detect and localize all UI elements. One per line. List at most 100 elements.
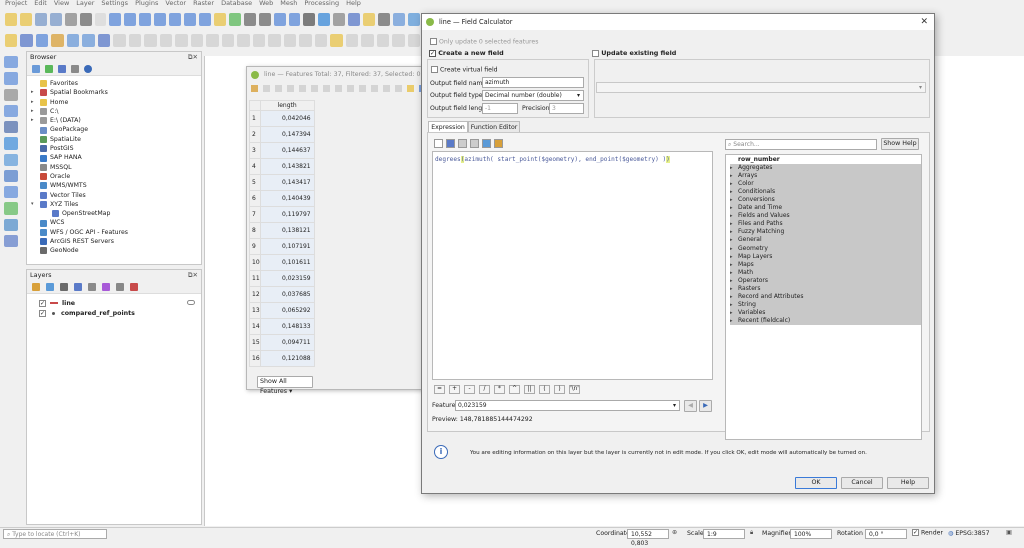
add-layer-icon-7[interactable] (4, 153, 18, 166)
layer-visibility-checkbox[interactable]: ✓ (39, 299, 46, 307)
add-part-icon[interactable] (268, 33, 281, 47)
expand-arrow-icon[interactable]: ▸ (31, 107, 37, 116)
paste-icon[interactable] (159, 33, 173, 47)
cell-length[interactable]: 0,147394 (259, 126, 315, 143)
table-row[interactable]: 12 0,037685 (249, 286, 315, 303)
attribute-toolbar-icon-1[interactable] (251, 85, 258, 92)
row-number[interactable]: 8 (249, 222, 261, 239)
operator-button[interactable]: = (434, 385, 445, 394)
export-icon[interactable] (494, 139, 503, 148)
temporal-icon[interactable] (273, 12, 286, 26)
open-project-icon[interactable] (19, 12, 32, 26)
create-new-field-checkbox[interactable]: ✓ (429, 49, 436, 57)
render-checkbox[interactable]: ✓ (912, 529, 919, 536)
row-number[interactable]: 16 (249, 350, 261, 367)
zoom-next-icon[interactable] (228, 12, 241, 26)
function-group[interactable]: ▸ Fuzzy Matching (730, 228, 921, 237)
layer-item[interactable]: ✓ compared_ref_points (39, 308, 199, 318)
delete-icon[interactable] (470, 139, 479, 148)
cell-length[interactable]: 0,143821 (259, 158, 315, 175)
table-row[interactable]: 10 0,101611 (249, 254, 315, 271)
menu-item-web[interactable]: Web (259, 0, 273, 8)
menu-item-vector[interactable]: Vector (165, 0, 186, 8)
add-feature-icon[interactable] (66, 33, 80, 47)
row-number[interactable]: 2 (249, 126, 261, 143)
expand-arrow-icon[interactable]: ▸ (730, 277, 735, 285)
add-group-icon[interactable] (46, 282, 54, 291)
delete-part-icon[interactable] (314, 33, 328, 47)
attribute-toolbar-icon-13[interactable] (395, 85, 402, 92)
lock-icon[interactable]: 🔒︎ (750, 529, 753, 537)
cell-length[interactable]: 0,094711 (259, 334, 315, 351)
attribute-toolbar-icon-14[interactable] (407, 85, 414, 92)
copy-icon[interactable] (144, 33, 157, 47)
show-help-button[interactable]: Show Help (881, 138, 919, 150)
expand-icon[interactable] (102, 282, 110, 291)
visibility-icon[interactable] (60, 282, 68, 291)
filter-icon[interactable] (74, 282, 82, 291)
function-group[interactable]: ▸ Maps (730, 260, 921, 269)
create-new-field-option[interactable]: ✓ Create a new field (429, 49, 504, 57)
simplify-icon[interactable] (237, 33, 250, 47)
save-project-icon[interactable] (34, 12, 47, 26)
change-label-icon[interactable] (407, 33, 421, 47)
browser-item[interactable]: ▸ E:\ (DATA) (31, 116, 201, 125)
menu-item-raster[interactable]: Raster (193, 0, 214, 8)
help-button[interactable]: Help (887, 477, 929, 489)
table-row[interactable]: 1 0,042046 (249, 110, 315, 127)
expand-arrow-icon[interactable]: ▸ (730, 188, 735, 196)
save-as-icon[interactable] (49, 12, 62, 26)
table-row[interactable]: 2 0,147394 (249, 126, 315, 143)
expand-arrow-icon[interactable]: ▸ (31, 116, 37, 125)
expand-arrow-icon[interactable]: ▸ (730, 253, 735, 261)
row-number[interactable]: 14 (249, 318, 261, 335)
table-row[interactable]: 6 0,140439 (249, 190, 315, 207)
browser-item[interactable]: WMS/WMTS (31, 181, 201, 190)
delete-icon[interactable] (113, 33, 126, 47)
attribute-toolbar-icon-5[interactable] (299, 85, 306, 92)
attribute-toolbar-icon-11[interactable] (371, 85, 378, 92)
browser-item[interactable]: ArcGIS REST Servers (31, 237, 201, 246)
operator-button[interactable]: + (449, 385, 460, 394)
expand-arrow-icon[interactable]: ▸ (31, 88, 37, 97)
function-group[interactable]: ▸ Conversions (730, 196, 921, 205)
add-layer-icon-2[interactable] (4, 72, 18, 85)
cell-length[interactable]: 0,107191 (259, 238, 315, 255)
scale-input[interactable]: 1:9 (703, 529, 745, 539)
browser-item[interactable]: Vector Tiles (31, 191, 201, 200)
add-layer-icon-11[interactable] (4, 218, 18, 231)
attribute-toolbar-icon-12[interactable] (383, 85, 390, 92)
browser-item[interactable]: WCS (31, 218, 201, 227)
cell-length[interactable]: 0,140439 (259, 190, 315, 207)
table-row[interactable]: 9 0,107191 (249, 238, 315, 255)
table-row[interactable]: 8 0,138121 (249, 222, 315, 239)
zoom-native-icon[interactable] (198, 12, 211, 26)
expand-arrow-icon[interactable]: ▸ (730, 180, 735, 188)
row-number[interactable]: 7 (249, 206, 261, 223)
function-group[interactable]: ▸ Map Layers (730, 252, 921, 261)
cell-length[interactable]: 0,121088 (259, 350, 315, 367)
pin-labels-icon[interactable] (345, 33, 359, 47)
existing-field-select[interactable]: ▾ (596, 82, 926, 93)
rotate-label-icon[interactable] (392, 33, 405, 47)
cancel-button[interactable]: Cancel (841, 477, 883, 489)
operator-button[interactable]: - (464, 385, 475, 394)
browser-item[interactable]: WFS / OGC API - Features (31, 228, 201, 237)
add-layer-icon-1[interactable] (4, 56, 18, 69)
identify-icon[interactable] (303, 12, 316, 26)
statistics-icon[interactable] (363, 12, 376, 26)
browser-item[interactable]: ▸ Home (31, 98, 201, 107)
attribute-toolbar-icon-4[interactable] (287, 85, 294, 92)
browser-item[interactable]: PostGIS (31, 144, 201, 153)
rotate-icon[interactable] (221, 33, 235, 47)
coordinate-input[interactable]: 10,552 0,803 (627, 529, 669, 547)
precision-spinbox[interactable]: 3 (549, 103, 584, 114)
function-list[interactable]: row_number ▸ Aggregates ▸ Arrays ▸ Color ▸ Condi… (725, 154, 922, 440)
only-update-checkbox[interactable] (430, 38, 437, 45)
expand-arrow-icon[interactable]: ▸ (730, 164, 735, 172)
menu-item-settings[interactable]: Settings (101, 0, 128, 8)
cut-icon[interactable] (128, 33, 142, 47)
expand-arrow-icon[interactable]: ▸ (730, 196, 735, 204)
add-icon[interactable] (32, 64, 40, 73)
cell-length[interactable]: 0,138121 (259, 222, 315, 239)
